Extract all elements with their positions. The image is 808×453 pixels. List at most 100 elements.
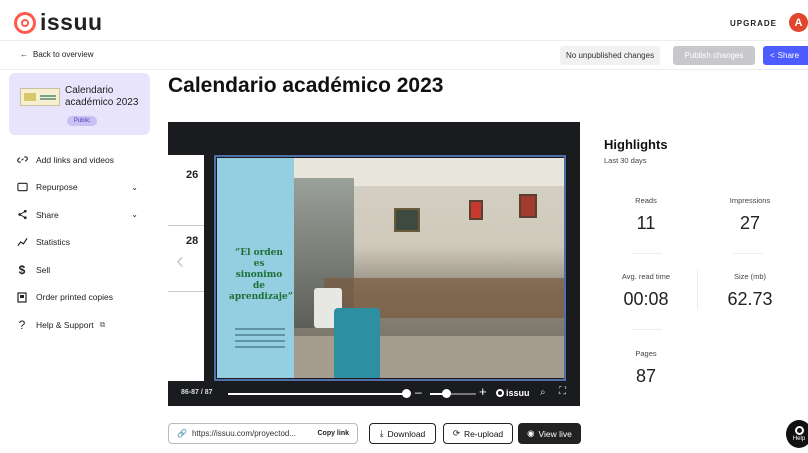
eye-icon: ◉ <box>527 428 535 438</box>
stat-reads: Reads 11 <box>606 196 686 234</box>
sidebar-item-add-links[interactable]: Add links and videos <box>16 146 146 174</box>
document-viewer[interactable]: 26 28 ‹ “El orden es sinonimo de aprendi… <box>168 122 580 406</box>
page-indicator: 86-87 / 87 <box>181 389 213 396</box>
refresh-icon: ⟳ <box>452 428 460 438</box>
top-bar: issuu UPGRADE A <box>0 0 808 44</box>
sidebar-item-label: Add links and videos <box>36 154 114 165</box>
arrow-left-icon: ← <box>20 50 28 59</box>
share-button[interactable]: < Share <box>763 46 808 65</box>
sidebar-item-label: Repurpose <box>36 182 78 193</box>
page-spread[interactable]: “El orden es sinonimo de aprendizaje” <box>214 155 566 381</box>
sidebar-item-sell[interactable]: $ Sell <box>16 256 146 284</box>
sidebar-item-label: Help & Support <box>36 319 94 330</box>
reupload-label: Re-upload <box>463 428 504 439</box>
divider <box>632 253 662 254</box>
sidebar-item-label: Share <box>36 209 59 220</box>
stat-value: 00:08 <box>623 289 669 309</box>
page-number: 28 <box>186 235 199 247</box>
help-widget-label: Help <box>792 436 806 442</box>
view-live-label: View live <box>538 428 572 439</box>
link-icon <box>16 154 28 166</box>
document-toolbar: ← Back to overview No unpublished change… <box>0 40 808 70</box>
publish-changes-button[interactable]: Publish changes <box>673 46 755 65</box>
previous-page-strip[interactable]: 26 28 <box>168 155 204 381</box>
dollar-icon: $ <box>18 262 26 277</box>
stat-size: Size (mb) 62.73 <box>710 272 790 310</box>
zoom-out-icon[interactable]: – <box>415 385 422 399</box>
page-scrubber-handle[interactable] <box>402 389 411 398</box>
back-label: Back to overview <box>33 50 94 59</box>
download-icon: ⤓ <box>379 428 384 438</box>
logo-text: issuu <box>40 9 103 35</box>
sidebar-item-share[interactable]: Share ⌄ <box>16 201 146 229</box>
sidebar-item-statistics[interactable]: Statistics <box>16 229 146 257</box>
highlights-title: Highlights <box>604 137 668 152</box>
sidebar-item-label: Statistics <box>36 237 71 248</box>
download-button[interactable]: ⤓ Download <box>369 423 436 444</box>
stat-label: Impressions <box>729 196 771 205</box>
previous-page-arrow-icon[interactable]: ‹ <box>176 247 184 275</box>
issuu-logo-icon <box>794 426 804 435</box>
stat-label: Size (mb) <box>733 272 767 281</box>
page-quote: “El orden es sinonimo de aprendizaje” <box>229 248 293 302</box>
sidebar-item-help-support[interactable]: ? Help & Support ⧉ <box>16 311 146 339</box>
stat-impressions: Impressions 27 <box>710 196 790 234</box>
sidebar-item-repurpose[interactable]: Repurpose ⌄ <box>16 174 146 202</box>
stat-pages: Pages 87 <box>606 349 686 387</box>
view-live-button[interactable]: ◉ View live <box>518 423 581 444</box>
stat-value: 11 <box>636 213 656 233</box>
chevron-down-icon[interactable]: ⌄ <box>131 210 138 219</box>
zoom-slider-handle[interactable] <box>442 389 451 398</box>
page-number: 26 <box>186 169 199 181</box>
copy-link-button[interactable]: Copy link <box>317 430 349 437</box>
sidebar-nav: Add links and videos Repurpose ⌄ Share ⌄… <box>16 146 146 339</box>
link-icon: 🔗 <box>177 429 187 438</box>
reupload-button[interactable]: ⟳ Re-upload <box>443 423 513 444</box>
document-thumbnail <box>20 88 60 106</box>
page-divider <box>168 291 204 292</box>
divider <box>697 270 698 310</box>
document-card[interactable]: Calendario académico 2023 Public <box>9 73 150 135</box>
fullscreen-icon[interactable]: ⛶ <box>559 386 566 397</box>
zoom-in-icon[interactable]: + <box>479 384 487 399</box>
page-scrubber-track[interactable] <box>228 393 406 395</box>
sidebar-item-label: Order printed copies <box>36 292 114 303</box>
print-icon <box>16 291 28 303</box>
document-url: https://issuu.com/proyectod... <box>191 429 297 438</box>
sidebar-item-order-printed[interactable]: Order printed copies <box>16 284 146 312</box>
stat-value: 87 <box>635 366 657 386</box>
page-credits <box>235 328 285 358</box>
sidebar-item-label: Sell <box>36 264 51 275</box>
classroom-photo <box>294 158 564 378</box>
chevron-down-icon[interactable]: ⌄ <box>131 183 138 192</box>
help-icon: ? <box>18 317 26 332</box>
divider <box>733 253 763 254</box>
download-label: Download <box>387 428 426 439</box>
statistics-icon <box>16 236 28 248</box>
avatar[interactable]: A <box>789 13 808 32</box>
back-to-overview-link[interactable]: ← Back to overview <box>20 50 93 59</box>
left-page: “El orden es sinonimo de aprendizaje” <box>217 158 294 378</box>
unpublished-status: No unpublished changes <box>560 46 661 65</box>
viewer-brand: issuu <box>496 388 530 398</box>
document-card-title: Calendario académico 2023 <box>65 85 139 108</box>
help-widget-button[interactable]: Help <box>786 420 808 448</box>
share-icon: < <box>770 51 775 60</box>
page-divider <box>168 225 204 226</box>
repurpose-icon <box>16 181 28 193</box>
stat-label: Reads <box>635 196 657 205</box>
stat-label: Avg. read time <box>621 272 671 281</box>
issuu-logo[interactable]: issuu <box>14 9 103 36</box>
share-button-label: Share <box>777 51 800 60</box>
document-link-field[interactable]: 🔗 https://issuu.com/proyectod... Copy li… <box>168 423 358 444</box>
issuu-logo-icon <box>496 389 504 397</box>
external-link-icon: ⧉ <box>99 319 106 329</box>
visibility-badge: Public <box>67 116 97 126</box>
search-icon[interactable]: ⌕ <box>540 387 546 398</box>
viewer-controls: 86-87 / 87 – + issuu ⌕ ⛶ <box>168 382 580 406</box>
upgrade-link[interactable]: UPGRADE <box>730 19 777 28</box>
divider <box>632 329 662 330</box>
stat-label: Pages <box>635 349 657 358</box>
stat-avg-read-time: Avg. read time 00:08 <box>606 272 686 310</box>
zoom-slider-track[interactable] <box>430 393 476 395</box>
